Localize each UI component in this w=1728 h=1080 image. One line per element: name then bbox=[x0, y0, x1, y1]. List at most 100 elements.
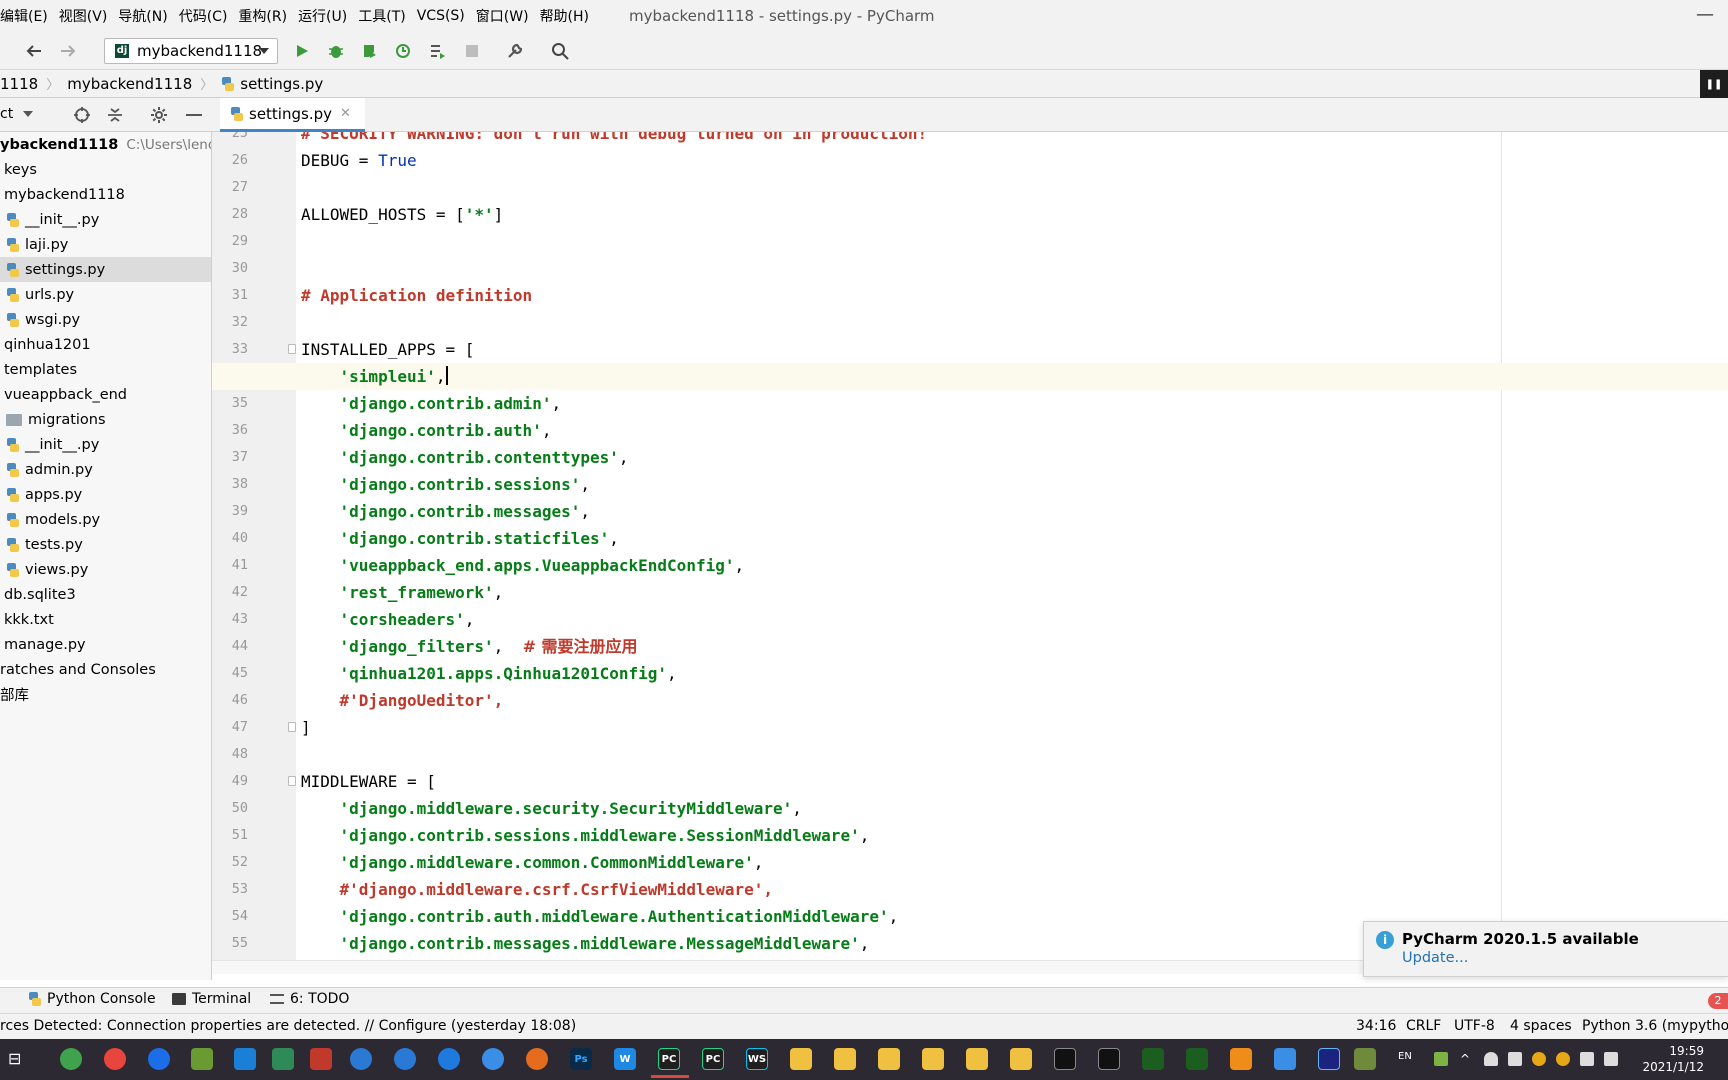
app-tray-2-icon[interactable] bbox=[1556, 1052, 1570, 1066]
app-grid-icon[interactable] bbox=[310, 1048, 332, 1070]
collapse-all-icon[interactable] bbox=[106, 106, 124, 128]
event-log-badge[interactable]: 2 bbox=[1708, 993, 1728, 1009]
tree-item[interactable]: views.py bbox=[0, 557, 211, 582]
tree-item[interactable]: ratches and Consoles bbox=[0, 657, 211, 682]
sync-app-icon[interactable] bbox=[438, 1048, 460, 1070]
menu-window[interactable]: 窗口(W) bbox=[473, 6, 537, 26]
video-app-icon[interactable] bbox=[1318, 1048, 1340, 1070]
code-editor[interactable]: 2526272829303132333435363738394041424344… bbox=[212, 132, 1728, 960]
folder-1-icon[interactable] bbox=[790, 1048, 812, 1070]
app-green-icon[interactable] bbox=[1354, 1048, 1376, 1070]
tree-item[interactable]: __init__.py bbox=[0, 432, 211, 457]
menu-view[interactable]: 视图(V) bbox=[56, 6, 116, 26]
todo-button[interactable]: 6: TODO bbox=[270, 991, 349, 1007]
task-view-icon[interactable]: ⊟ bbox=[8, 1049, 21, 1068]
tree-item[interactable]: db.sqlite3 bbox=[0, 582, 211, 607]
tree-item[interactable]: migrations bbox=[0, 407, 211, 432]
close-tab-icon[interactable]: ✕ bbox=[340, 106, 351, 121]
breadcrumb-project[interactable]: 1118 bbox=[0, 75, 38, 93]
app-orange-icon[interactable] bbox=[1230, 1048, 1252, 1070]
vscode-insiders-icon[interactable] bbox=[272, 1048, 294, 1070]
tree-item[interactable]: urls.py bbox=[0, 282, 211, 307]
app-tray-icon[interactable] bbox=[1532, 1052, 1546, 1066]
battery-icon[interactable] bbox=[1434, 1052, 1448, 1066]
folder-5-icon[interactable] bbox=[966, 1048, 988, 1070]
update-link[interactable]: Update... bbox=[1402, 950, 1468, 966]
pycharm-2-icon[interactable]: PC bbox=[702, 1048, 724, 1070]
webstorm-icon[interactable]: WS bbox=[746, 1048, 768, 1070]
firefox-icon[interactable] bbox=[526, 1048, 548, 1070]
volume-icon[interactable] bbox=[1604, 1052, 1618, 1066]
breadcrumb-package[interactable]: mybackend1118 bbox=[67, 75, 192, 93]
edge-icon[interactable] bbox=[394, 1048, 416, 1070]
tree-item[interactable]: ybackend1118 C:\Users\lenovo\ bbox=[0, 132, 211, 157]
chevron-up-icon[interactable]: ^ bbox=[1460, 1052, 1474, 1066]
indent-setting[interactable]: 4 spaces bbox=[1510, 1018, 1572, 1034]
fold-marker-icon[interactable] bbox=[288, 344, 296, 354]
breadcrumb-file[interactable]: settings.py bbox=[221, 75, 323, 93]
tree-item[interactable]: tests.py bbox=[0, 532, 211, 557]
stop-icon[interactable] bbox=[460, 39, 484, 63]
tree-item[interactable]: apps.py bbox=[0, 482, 211, 507]
locate-icon[interactable] bbox=[73, 106, 91, 128]
caret-position[interactable]: 34:16 bbox=[1356, 1018, 1396, 1034]
python-console-button[interactable]: Python Console bbox=[28, 991, 156, 1007]
profile-icon[interactable] bbox=[392, 39, 416, 63]
menu-tools[interactable]: 工具(T) bbox=[355, 6, 413, 26]
back-arrow-icon[interactable] bbox=[22, 39, 46, 63]
tree-item[interactable]: keys bbox=[0, 157, 211, 182]
fold-marker-icon[interactable] bbox=[288, 776, 296, 786]
tab-settings-py[interactable]: settings.py ✕ bbox=[220, 98, 365, 132]
fold-marker-icon[interactable] bbox=[288, 722, 296, 732]
forward-arrow-icon[interactable] bbox=[56, 39, 80, 63]
tree-item[interactable]: kkk.txt bbox=[0, 607, 211, 632]
system-clock[interactable]: 19:59 2021/1/12 bbox=[1642, 1043, 1704, 1075]
tree-item[interactable]: settings.py bbox=[0, 257, 211, 282]
tree-item[interactable]: vueappback_end bbox=[0, 382, 211, 407]
status-message[interactable]: rces Detected: Connection properties are… bbox=[0, 1018, 576, 1034]
tree-item[interactable]: qinhua1201 bbox=[0, 332, 211, 357]
wps-icon[interactable]: W bbox=[614, 1048, 636, 1070]
network-icon[interactable] bbox=[1580, 1052, 1594, 1066]
menu-edit[interactable]: 编辑(E) bbox=[0, 6, 56, 26]
python-interpreter[interactable]: Python 3.6 (mypython bbox=[1582, 1018, 1728, 1034]
file-encoding[interactable]: UTF-8 bbox=[1454, 1018, 1495, 1034]
cmd-icon[interactable] bbox=[1054, 1048, 1076, 1070]
chrome-icon[interactable] bbox=[104, 1048, 126, 1070]
menu-refactor[interactable]: 重构(R) bbox=[235, 6, 295, 26]
tree-item[interactable]: manage.py bbox=[0, 632, 211, 657]
run-icon[interactable] bbox=[290, 39, 314, 63]
qq-browser-icon[interactable] bbox=[148, 1048, 170, 1070]
menu-vcs[interactable]: VCS(S) bbox=[414, 8, 473, 24]
folder-2-icon[interactable] bbox=[834, 1048, 856, 1070]
tree-item[interactable]: templates bbox=[0, 357, 211, 382]
download-icon[interactable] bbox=[1142, 1048, 1164, 1070]
notification-bell-icon[interactable] bbox=[1508, 1052, 1522, 1066]
folder-4-icon[interactable] bbox=[922, 1048, 944, 1070]
folder-6-icon[interactable] bbox=[1010, 1048, 1032, 1070]
pycharm-icon[interactable]: PC bbox=[651, 1048, 689, 1078]
search-icon[interactable] bbox=[548, 39, 572, 63]
minimize-icon[interactable]: — bbox=[1696, 4, 1714, 25]
menu-navigate[interactable]: 导航(N) bbox=[115, 6, 175, 26]
wrench-icon[interactable] bbox=[503, 39, 527, 63]
tree-item[interactable]: mybackend1118 bbox=[0, 182, 211, 207]
coverage-icon[interactable] bbox=[358, 39, 382, 63]
photoshop-icon[interactable]: Ps bbox=[570, 1048, 592, 1070]
cmd-2-icon[interactable] bbox=[1098, 1048, 1120, 1070]
upload-icon[interactable] bbox=[1186, 1048, 1208, 1070]
tree-item[interactable]: __init__.py bbox=[0, 207, 211, 232]
gear-icon[interactable] bbox=[150, 106, 168, 128]
chat-app-icon[interactable] bbox=[482, 1048, 504, 1070]
ie-icon[interactable] bbox=[350, 1048, 372, 1070]
tree-item[interactable]: 部库 bbox=[0, 682, 211, 707]
tree-item[interactable]: laji.py bbox=[0, 232, 211, 257]
hide-panel-icon[interactable] bbox=[186, 114, 202, 116]
pause-icon[interactable]: ❚❚ bbox=[1700, 70, 1728, 98]
tree-item[interactable]: admin.py bbox=[0, 457, 211, 482]
folder-3-icon[interactable] bbox=[878, 1048, 900, 1070]
debug-icon[interactable] bbox=[324, 39, 348, 63]
terminal-button[interactable]: Terminal bbox=[172, 991, 251, 1007]
line-separator[interactable]: CRLF bbox=[1406, 1018, 1441, 1034]
menu-run[interactable]: 运行(U) bbox=[295, 6, 355, 26]
